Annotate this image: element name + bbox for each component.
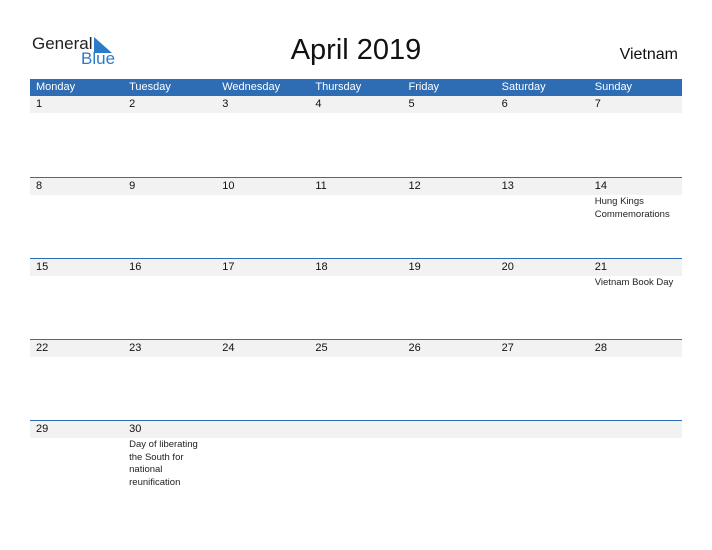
day-number: 1 bbox=[36, 98, 43, 110]
day-cell: 25 bbox=[309, 340, 402, 420]
calendar-title: April 2019 bbox=[290, 34, 422, 66]
day-cell: 21 Vietnam Book Day bbox=[589, 259, 682, 339]
day-cell bbox=[216, 421, 309, 501]
day-number: 11 bbox=[315, 180, 327, 192]
calendar-grid: Monday Tuesday Wednesday Thursday Friday… bbox=[30, 79, 682, 501]
day-number: 14 bbox=[594, 180, 607, 192]
day-number: 24 bbox=[222, 342, 235, 354]
day-number: 27 bbox=[501, 342, 514, 354]
day-number: 23 bbox=[129, 342, 142, 354]
weekday-header: Monday Tuesday Wednesday Thursday Friday… bbox=[30, 79, 682, 96]
day-number: 25 bbox=[315, 342, 328, 354]
day-cell: 7 bbox=[589, 96, 682, 177]
day-cell: 26 bbox=[403, 340, 496, 420]
day-number: 29 bbox=[36, 423, 49, 435]
day-number: 15 bbox=[36, 261, 49, 273]
week-row: 15 16 17 18 19 20 21 Vietnam Book Day bbox=[30, 258, 682, 339]
day-cell bbox=[309, 421, 402, 501]
day-cell: 19 bbox=[403, 259, 496, 339]
day-cell: 14 Hung Kings Commemorations bbox=[589, 178, 682, 258]
weekday-label: Monday bbox=[36, 81, 76, 93]
day-cell bbox=[589, 421, 682, 501]
day-number: 5 bbox=[408, 98, 415, 110]
day-number bbox=[222, 421, 309, 438]
weekday-label: Thursday bbox=[315, 81, 362, 93]
day-number: 19 bbox=[408, 261, 421, 273]
day-number: 12 bbox=[408, 180, 421, 192]
weekday-label: Tuesday bbox=[129, 81, 171, 93]
day-cell: 29 bbox=[30, 421, 123, 501]
day-cell: 1 bbox=[30, 96, 123, 177]
day-cell: 12 bbox=[403, 178, 496, 258]
day-number: 30 bbox=[129, 423, 142, 435]
day-cell bbox=[403, 421, 496, 501]
day-cell: 5 bbox=[403, 96, 496, 177]
day-number bbox=[315, 421, 402, 438]
week-row: 1 2 3 4 5 6 7 bbox=[30, 96, 682, 177]
day-cell: 24 bbox=[216, 340, 309, 420]
day-number: 18 bbox=[315, 261, 328, 273]
day-number: 21 bbox=[594, 261, 607, 273]
day-number: 10 bbox=[222, 180, 235, 192]
day-cell: 11 bbox=[309, 178, 402, 258]
day-cell: 8 bbox=[30, 178, 123, 258]
day-number: 22 bbox=[36, 342, 49, 354]
day-number bbox=[502, 421, 589, 438]
day-cell: 16 bbox=[123, 259, 216, 339]
day-number: 16 bbox=[129, 261, 142, 273]
day-number: 3 bbox=[222, 98, 229, 110]
week-row: 29 30 Day of liberating the South for nati… bbox=[30, 420, 682, 501]
day-number: 4 bbox=[315, 98, 322, 110]
day-number: 13 bbox=[501, 180, 514, 192]
day-cell: 6 bbox=[496, 96, 589, 177]
day-cell: 3 bbox=[216, 96, 309, 177]
day-cell: 20 bbox=[496, 259, 589, 339]
holiday-label: Vietnam Book Day bbox=[594, 277, 674, 288]
weekday-label: Friday bbox=[408, 81, 440, 93]
day-number bbox=[595, 421, 682, 438]
day-cell: 27 bbox=[496, 340, 589, 420]
weekday-label: Sunday bbox=[594, 81, 633, 93]
day-number: 6 bbox=[501, 98, 508, 110]
day-cell: 13 bbox=[496, 178, 589, 258]
day-number bbox=[409, 421, 496, 438]
week-row: 8 9 10 11 12 13 14 Hung Kings Commemorations bbox=[30, 177, 682, 258]
day-cell: 17 bbox=[216, 259, 309, 339]
weekday-label: Wednesday bbox=[222, 81, 281, 93]
holiday-label: Hung Kings Commemorations bbox=[594, 196, 670, 220]
holiday-label: Day of liberating the South for national… bbox=[129, 439, 198, 488]
day-cell: 9 bbox=[123, 178, 216, 258]
day-number: 8 bbox=[36, 180, 43, 192]
day-number: 28 bbox=[594, 342, 607, 354]
day-cell: 28 bbox=[589, 340, 682, 420]
day-cell: 15 bbox=[30, 259, 123, 339]
day-cell: 4 bbox=[309, 96, 402, 177]
day-cell: 23 bbox=[123, 340, 216, 420]
day-cell: 18 bbox=[309, 259, 402, 339]
week-row: 22 23 24 25 26 27 28 bbox=[30, 339, 682, 420]
day-cell: 30 Day of liberating the South for nation… bbox=[123, 421, 216, 501]
weekday-label: Saturday bbox=[501, 81, 546, 93]
day-number: 7 bbox=[594, 98, 601, 110]
day-number: 17 bbox=[222, 261, 235, 273]
day-cell: 2 bbox=[123, 96, 216, 177]
day-number: 26 bbox=[408, 342, 421, 354]
day-number: 20 bbox=[501, 261, 514, 273]
country-label: Vietnam bbox=[619, 46, 678, 63]
day-number: 9 bbox=[129, 180, 136, 192]
day-number: 2 bbox=[129, 98, 136, 110]
day-cell: 10 bbox=[216, 178, 309, 258]
day-cell: 22 bbox=[30, 340, 123, 420]
day-cell bbox=[496, 421, 589, 501]
